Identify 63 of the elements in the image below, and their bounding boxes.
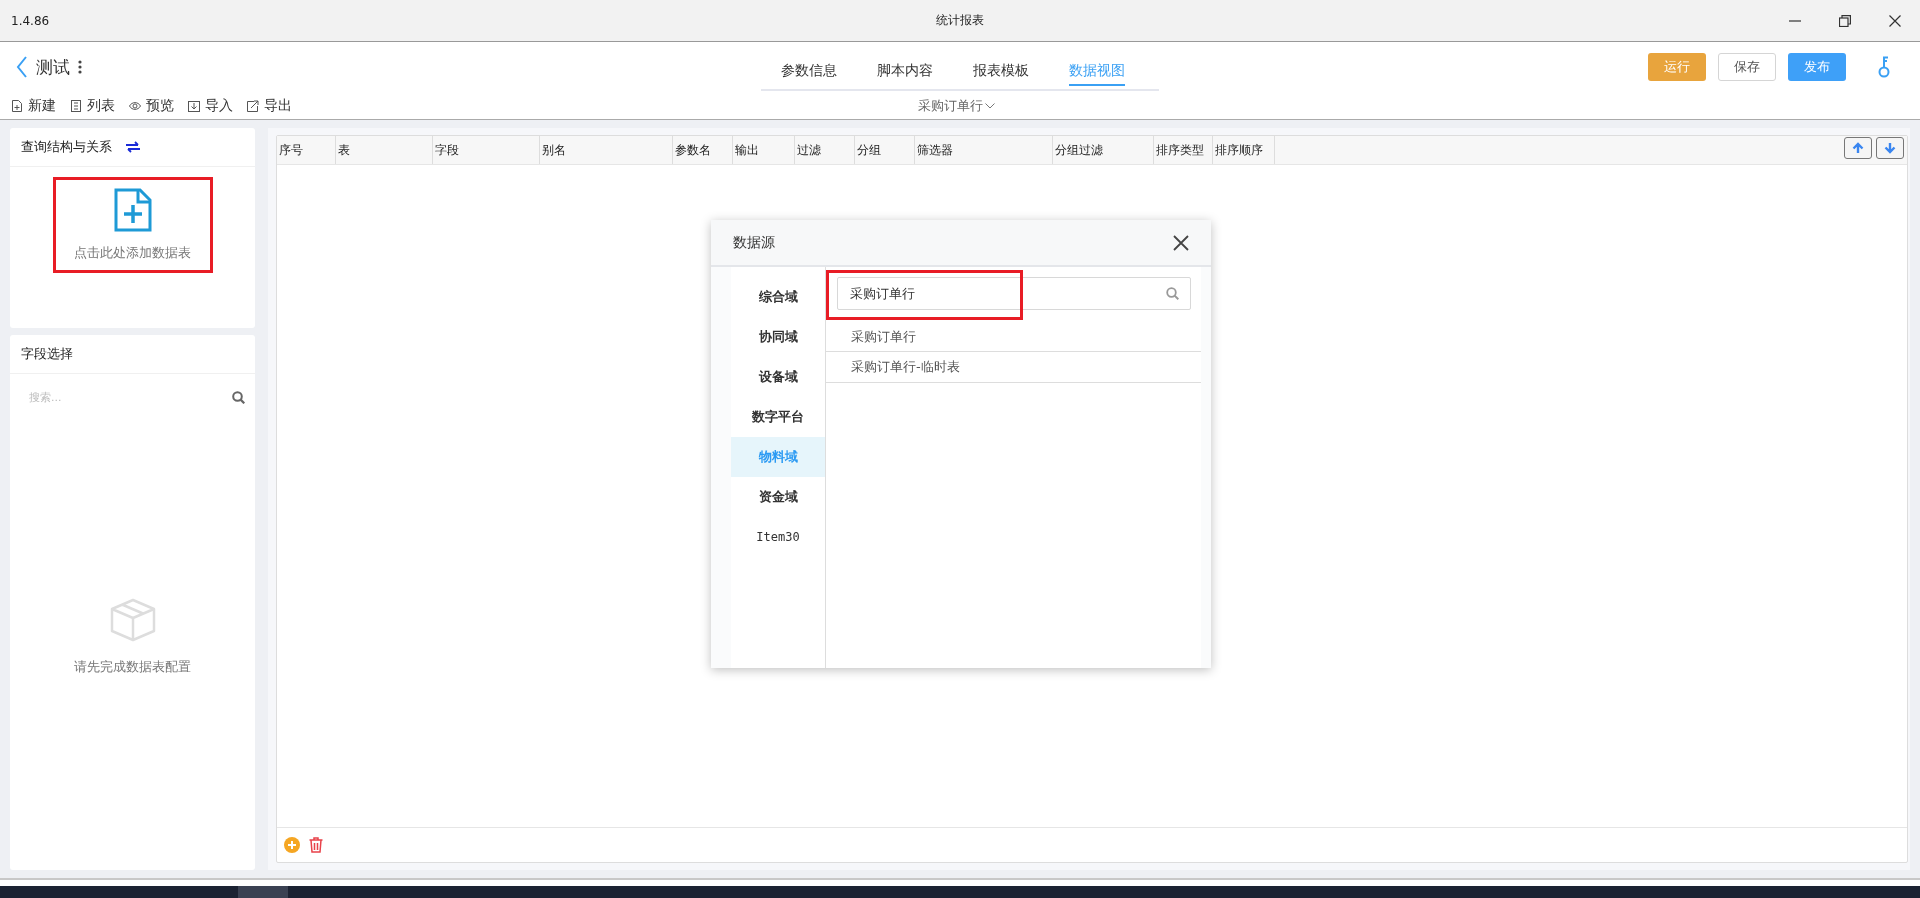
search-icon[interactable] bbox=[232, 390, 245, 404]
box-icon bbox=[109, 598, 156, 642]
result-item[interactable]: 采购订单行-临时表 bbox=[826, 352, 1201, 383]
key-icon[interactable] bbox=[1878, 56, 1890, 78]
restore-icon[interactable] bbox=[1839, 14, 1851, 27]
list-icon bbox=[70, 99, 82, 112]
category-item[interactable]: 设备域 bbox=[731, 357, 825, 397]
column-header: 序号 bbox=[277, 136, 336, 164]
panel-title: 字段选择 bbox=[21, 345, 73, 363]
swap-icon[interactable] bbox=[126, 141, 140, 153]
empty-message: 请先完成数据表配置 bbox=[74, 658, 191, 676]
close-icon bbox=[1173, 234, 1189, 251]
more-icon[interactable] bbox=[78, 60, 82, 74]
close-icon[interactable] bbox=[1889, 14, 1901, 27]
move-up-button[interactable] bbox=[1844, 137, 1872, 159]
eye-icon bbox=[129, 99, 141, 112]
action-button[interactable]: 保存 bbox=[1718, 53, 1776, 81]
column-header: 过滤 bbox=[795, 136, 855, 164]
move-down-button[interactable] bbox=[1876, 137, 1904, 159]
column-header: 筛选器 bbox=[915, 136, 1053, 164]
table-dropdown[interactable]: 采购订单行 bbox=[918, 97, 995, 115]
category-item[interactable]: 数字平台 bbox=[731, 397, 825, 437]
file-plus-icon bbox=[113, 188, 152, 232]
toolbar-button[interactable]: 导入 bbox=[188, 96, 233, 115]
arrow-up-icon bbox=[1852, 142, 1864, 154]
category-item[interactable]: 综合域 bbox=[731, 277, 825, 317]
column-header: 表 bbox=[336, 136, 433, 164]
column-header: 排序类型 bbox=[1154, 136, 1213, 164]
export-icon bbox=[247, 99, 259, 112]
column-header: 参数名 bbox=[673, 136, 733, 164]
page-title: 测试 bbox=[36, 55, 70, 79]
toolbar-button[interactable]: 列表 bbox=[70, 96, 115, 115]
version-label: 1.4.86 bbox=[11, 13, 50, 28]
add-table-button[interactable]: 点击此处添加数据表 bbox=[52, 177, 213, 273]
column-header: 分组 bbox=[855, 136, 915, 164]
tab[interactable]: 脚本内容 bbox=[877, 52, 933, 86]
column-header: 字段 bbox=[433, 136, 540, 164]
toolbar-button[interactable]: 新建 bbox=[11, 96, 56, 115]
back-icon[interactable] bbox=[16, 56, 28, 78]
dialog-title: 数据源 bbox=[733, 233, 775, 252]
search-field[interactable]: 采购订单行 bbox=[837, 277, 1191, 310]
arrow-down-icon bbox=[1884, 142, 1896, 154]
tab[interactable]: 参数信息 bbox=[781, 52, 837, 86]
category-item[interactable]: 资金域 bbox=[731, 477, 825, 517]
trash-icon[interactable] bbox=[309, 837, 323, 853]
search-field[interactable]: 搜索... bbox=[29, 390, 232, 404]
column-header: 输出 bbox=[733, 136, 795, 164]
window-title: 统计报表 bbox=[936, 12, 984, 29]
column-header: 别名 bbox=[540, 136, 673, 164]
column-header: 分组过滤 bbox=[1053, 136, 1154, 164]
toolbar-button[interactable]: 预览 bbox=[129, 96, 174, 115]
new-file-icon bbox=[11, 99, 23, 112]
tab[interactable]: 报表模板 bbox=[973, 52, 1029, 86]
close-button[interactable] bbox=[1173, 234, 1189, 251]
category-item[interactable]: 协同域 bbox=[731, 317, 825, 357]
result-item[interactable]: 采购订单行 bbox=[826, 323, 1201, 352]
column-header: 排序顺序 bbox=[1213, 136, 1275, 164]
chevron-down-icon bbox=[985, 103, 995, 109]
search-icon[interactable] bbox=[1166, 287, 1179, 300]
import-icon bbox=[188, 99, 200, 112]
toolbar-button[interactable]: 导出 bbox=[247, 96, 292, 115]
panel-title: 查询结构与关系 bbox=[21, 138, 112, 156]
category-item[interactable]: Item30 bbox=[731, 517, 825, 557]
